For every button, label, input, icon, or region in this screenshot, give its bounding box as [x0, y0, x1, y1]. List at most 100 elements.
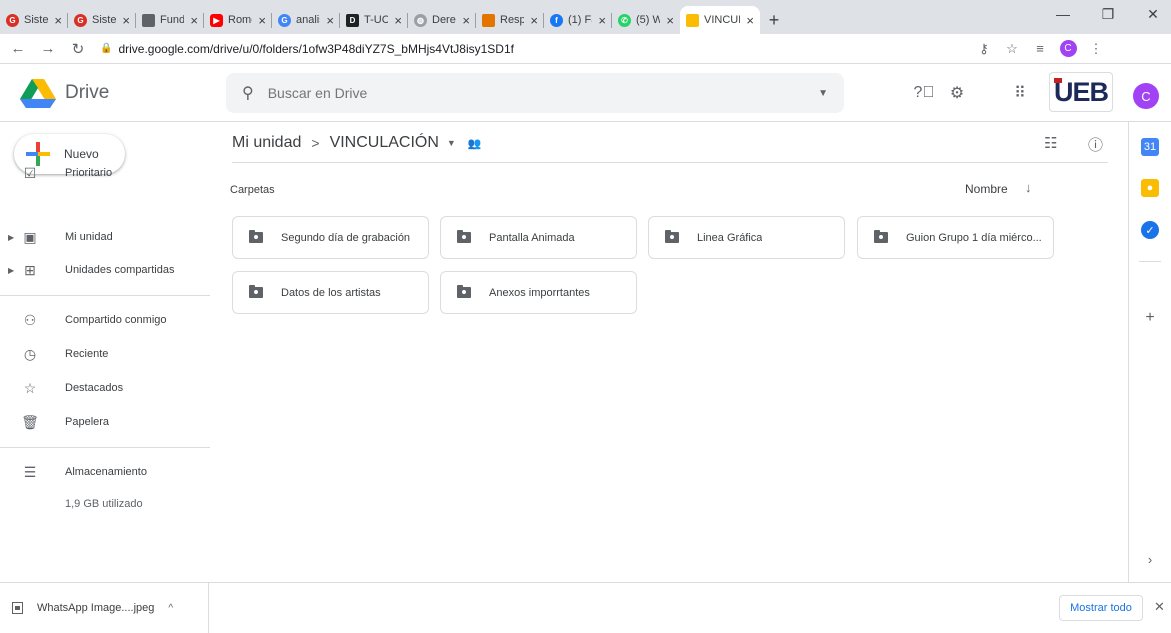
- shared-folder-icon: [249, 230, 263, 243]
- divider: [0, 447, 210, 448]
- close-icon[interactable]: ✕: [1154, 599, 1165, 615]
- shared-drives-icon: ⊞: [24, 261, 36, 278]
- drive-logo-icon: [20, 78, 56, 108]
- browser-tab-active[interactable]: VINCUL ×: [680, 6, 760, 34]
- sidebar-item-almacenamiento[interactable]: ☰ Almacenamiento: [0, 457, 222, 487]
- back-icon[interactable]: ←: [6, 37, 30, 61]
- close-tab-icon[interactable]: ×: [258, 13, 266, 28]
- brand-icon: G: [6, 13, 19, 27]
- sidebar-item-mi-unidad[interactable]: ▶ ▣ Mi unidad: [0, 222, 222, 252]
- sidebar-item-prioritario[interactable]: ☑ Prioritario: [0, 158, 222, 188]
- search-options-icon[interactable]: ▼: [818, 88, 828, 99]
- arrow-down-icon[interactable]: ↓: [1025, 180, 1032, 195]
- breadcrumb-root[interactable]: Mi unidad: [232, 134, 301, 152]
- close-tab-icon[interactable]: ×: [394, 13, 402, 28]
- show-all-button[interactable]: Mostrar todo: [1059, 595, 1143, 621]
- minimize-icon[interactable]: —: [1045, 0, 1081, 28]
- tasks-icon[interactable]: ✓: [1141, 221, 1159, 239]
- close-tab-icon[interactable]: ×: [54, 13, 62, 28]
- browser-menu-icon[interactable]: ⋮: [1082, 37, 1110, 61]
- drive-logo[interactable]: Drive: [20, 77, 109, 109]
- sidebar-item-compartido[interactable]: ⚇ Compartido conmigo: [0, 305, 222, 335]
- browser-tab[interactable]: f(1) Face×: [544, 6, 612, 34]
- folder-item[interactable]: Datos de los artistas: [232, 271, 429, 314]
- shared-folder-icon: [874, 230, 888, 243]
- drive-icon: [686, 13, 699, 27]
- browser-tab[interactable]: DT-UCE-×: [340, 6, 408, 34]
- divider: [1139, 261, 1161, 262]
- sidebar-item-reciente[interactable]: ◷ Reciente: [0, 339, 222, 369]
- youtube-icon: ▶: [210, 13, 223, 27]
- url-text: drive.google.com/drive/u/0/folders/1ofw3…: [118, 41, 514, 56]
- storage-used-text: 1,9 GB utilizado: [65, 498, 143, 510]
- drive-header: Drive ⚲ ▼ ?⃝ ⚙ ⠿ UEB C: [0, 64, 1171, 122]
- star-bookmark-icon[interactable]: ☆: [998, 37, 1026, 61]
- expand-arrow-icon[interactable]: ▶: [8, 266, 20, 275]
- sidebar-item-destacados[interactable]: ☆ Destacados: [0, 373, 222, 403]
- folder-item[interactable]: Guion Grupo 1 día miérco...: [857, 216, 1054, 259]
- forward-icon[interactable]: →: [36, 37, 60, 61]
- browser-tab[interactable]: GSistema×: [0, 6, 68, 34]
- calendar-icon[interactable]: 31: [1141, 138, 1159, 156]
- divider: [0, 295, 210, 296]
- browser-tab[interactable]: GSistema×: [68, 6, 136, 34]
- close-tab-icon[interactable]: ×: [122, 13, 130, 28]
- sidebar-item-unidades-compartidas[interactable]: ▶ ⊞ Unidades compartidas: [0, 255, 222, 285]
- reading-list-icon[interactable]: ≡: [1026, 37, 1054, 61]
- help-icon[interactable]: ?⃝: [913, 82, 935, 104]
- reload-icon[interactable]: ↻: [66, 37, 90, 61]
- search-icon[interactable]: ⚲: [242, 83, 254, 103]
- sidebar: Nuevo ☑ Prioritario ▶ ▣ Mi unidad ▶ ⊞ Un…: [0, 122, 222, 582]
- settings-icon[interactable]: ⚙: [946, 82, 968, 104]
- close-tab-icon[interactable]: ×: [190, 13, 198, 28]
- chevron-down-icon[interactable]: ▼: [447, 138, 456, 148]
- apps-grid-icon[interactable]: ⠿: [1009, 82, 1031, 104]
- folder-item[interactable]: Linea Gráfica: [648, 216, 845, 259]
- close-tab-icon[interactable]: ×: [462, 13, 470, 28]
- chevron-right-icon: >: [311, 135, 320, 151]
- breadcrumb-current[interactable]: VINCULACIÓN: [330, 134, 439, 152]
- browser-tab[interactable]: Fundam×: [136, 6, 204, 34]
- restore-icon[interactable]: ❐: [1090, 0, 1126, 28]
- chart-icon: [482, 13, 495, 27]
- list-view-icon[interactable]: ☷: [1044, 134, 1057, 152]
- profile-button[interactable]: C: [1054, 37, 1082, 61]
- browser-tab[interactable]: ▶Romeo×: [204, 6, 272, 34]
- avatar[interactable]: C: [1133, 83, 1159, 109]
- side-panel-rail: 31 ● ✓ + ›: [1128, 122, 1171, 582]
- browser-tab[interactable]: ✆(5) Wha×: [612, 6, 680, 34]
- address-toolbar: ← → ↻ 🔒 drive.google.com/drive/u/0/folde…: [0, 34, 1171, 64]
- new-tab-button[interactable]: +: [760, 6, 788, 34]
- expand-arrow-icon[interactable]: ▶: [8, 233, 20, 242]
- shared-folder-icon: [457, 230, 471, 243]
- chevron-right-icon[interactable]: ›: [1141, 550, 1159, 568]
- close-tab-icon[interactable]: ×: [666, 13, 674, 28]
- sidebar-item-papelera[interactable]: 🗑 Papelera: [0, 407, 222, 437]
- folder-item[interactable]: Pantalla Animada: [440, 216, 637, 259]
- org-logo[interactable]: UEB: [1049, 72, 1113, 112]
- sort-button[interactable]: Nombre: [965, 182, 1008, 196]
- search-bar[interactable]: ⚲ ▼: [226, 73, 844, 113]
- close-tab-icon[interactable]: ×: [326, 13, 334, 28]
- app-name: Drive: [65, 81, 110, 103]
- add-addon-icon[interactable]: +: [1141, 309, 1159, 327]
- browser-tab[interactable]: ◍Derech×: [408, 6, 476, 34]
- close-tab-icon[interactable]: ×: [746, 13, 754, 28]
- close-window-icon[interactable]: ✕: [1135, 0, 1171, 28]
- keep-icon[interactable]: ●: [1141, 179, 1159, 197]
- browser-tab[interactable]: Respon×: [476, 6, 544, 34]
- chevron-up-icon[interactable]: ^: [168, 603, 173, 614]
- download-item[interactable]: WhatsApp Image....jpeg ^: [0, 583, 209, 633]
- key-icon[interactable]: ⚷: [970, 37, 998, 61]
- browser-tab[interactable]: Ganalisis×: [272, 6, 340, 34]
- shared-folder-icon: 👥: [467, 137, 482, 150]
- close-tab-icon[interactable]: ×: [530, 13, 538, 28]
- url-bar[interactable]: 🔒 drive.google.com/drive/u/0/folders/1of…: [100, 37, 970, 61]
- folder-item[interactable]: Segundo día de grabación: [232, 216, 429, 259]
- search-input[interactable]: [267, 85, 768, 101]
- folder-item[interactable]: Anexos imporrtantes: [440, 271, 637, 314]
- close-tab-icon[interactable]: ×: [598, 13, 606, 28]
- info-icon[interactable]: ⓘ: [1088, 134, 1103, 155]
- globe-icon: ◍: [414, 13, 427, 27]
- check-circle-icon: ☑: [23, 164, 37, 181]
